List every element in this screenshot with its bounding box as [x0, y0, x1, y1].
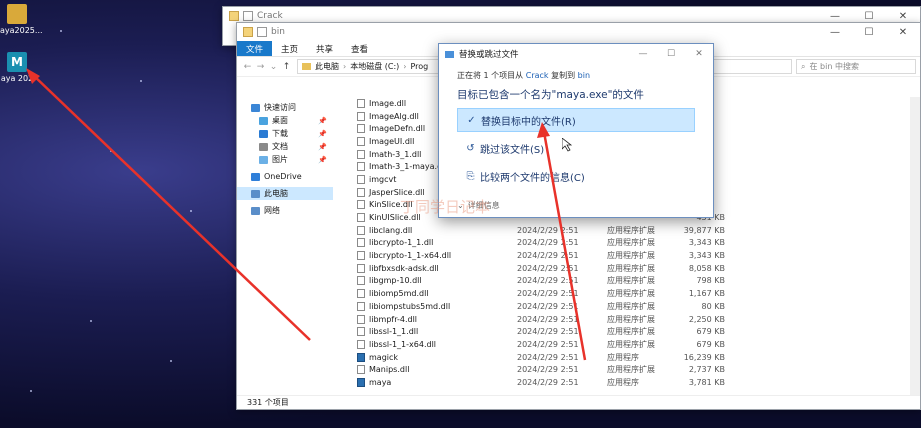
arrow-head — [26, 68, 40, 84]
arrow-line — [542, 131, 587, 361]
annotation-arrows — [26, 68, 587, 361]
mouse-cursor-icon — [562, 138, 572, 152]
arrow-line — [31, 73, 311, 341]
arrow-head — [537, 122, 550, 138]
